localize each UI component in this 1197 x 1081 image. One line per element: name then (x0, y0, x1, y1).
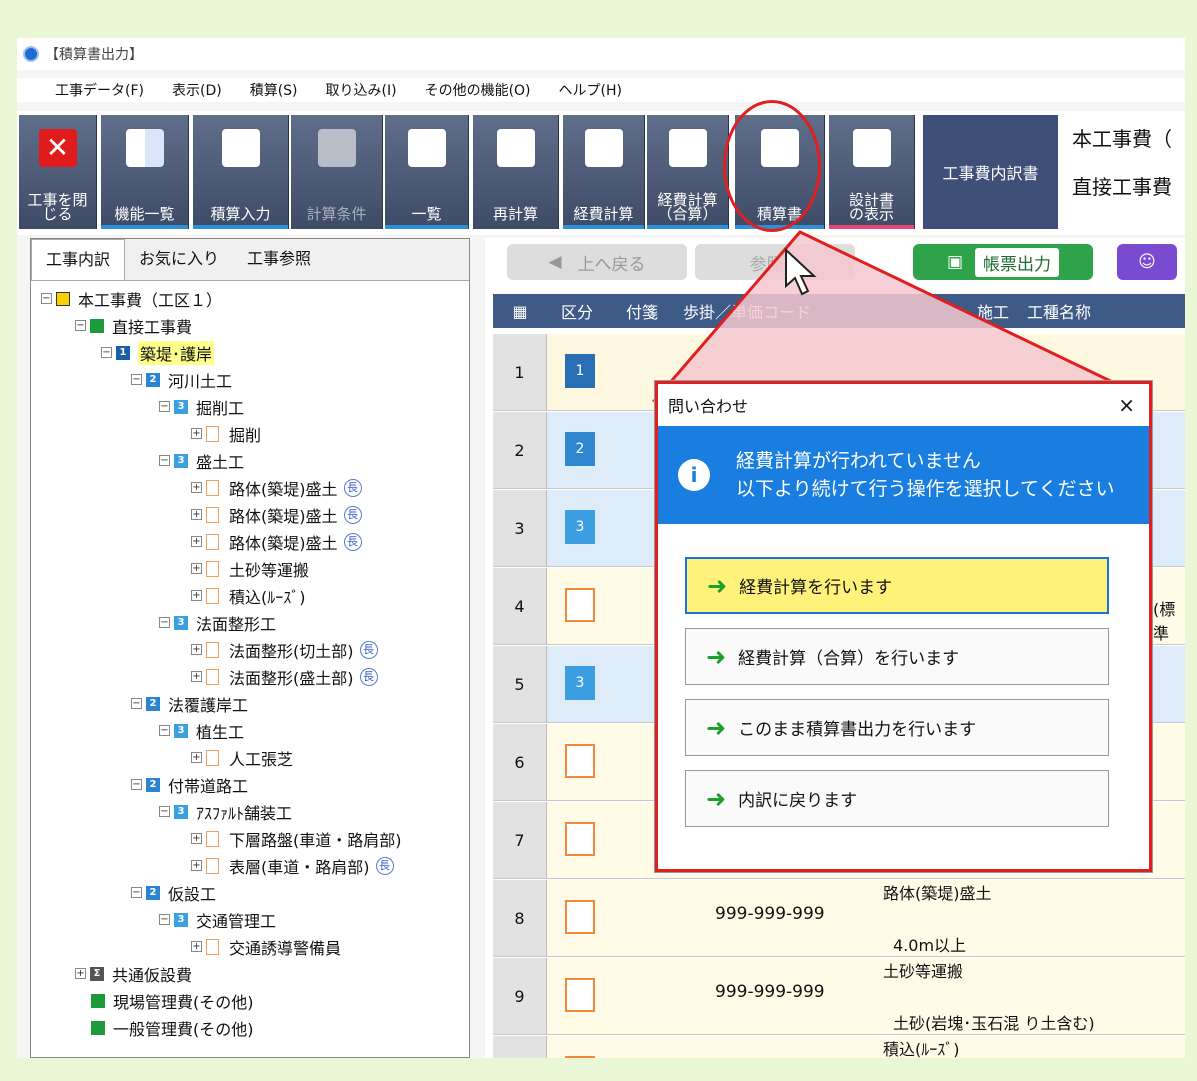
info-icon: i (678, 459, 710, 491)
option-expense-calc[interactable]: ➜ 経費計算を行います (685, 557, 1109, 614)
option-label: 内訳に戻ります (738, 791, 858, 811)
dialog-message-banner: i 経費計算が行われていません 以下より続けて行う操作を選択してください (658, 426, 1149, 524)
option-return-breakdown[interactable]: ➜ 内訳に戻ります (685, 770, 1109, 827)
arrow-right-icon: ➜ (706, 713, 727, 742)
dialog-title: 問い合わせ (668, 397, 749, 416)
inquiry-dialog: 問い合わせ × i 経費計算が行われていません 以下より続けて行う操作を選択して… (655, 381, 1152, 872)
mouse-cursor-icon (785, 248, 817, 296)
dialog-message-2: 以下より続けて行う操作を選択してください (736, 478, 1115, 500)
dialog-titlebar: 問い合わせ × (658, 384, 1149, 426)
option-label: 経費計算を行います (739, 578, 893, 598)
option-output-as-is[interactable]: ➜ このまま積算書出力を行います (685, 699, 1109, 756)
option-expense-calc-total[interactable]: ➜ 経費計算（合算）を行います (685, 628, 1109, 685)
callout-pointer (651, 230, 1151, 402)
dialog-message-1: 経費計算が行われていません (736, 450, 981, 472)
arrow-right-icon: ➜ (706, 642, 727, 671)
option-label: 経費計算（合算）を行います (738, 649, 960, 669)
arrow-right-icon: ➜ (707, 571, 728, 600)
option-label: このまま積算書出力を行います (738, 720, 977, 740)
arrow-right-icon: ➜ (706, 784, 727, 813)
callout-circle (723, 100, 821, 232)
close-icon[interactable]: × (1118, 393, 1135, 417)
